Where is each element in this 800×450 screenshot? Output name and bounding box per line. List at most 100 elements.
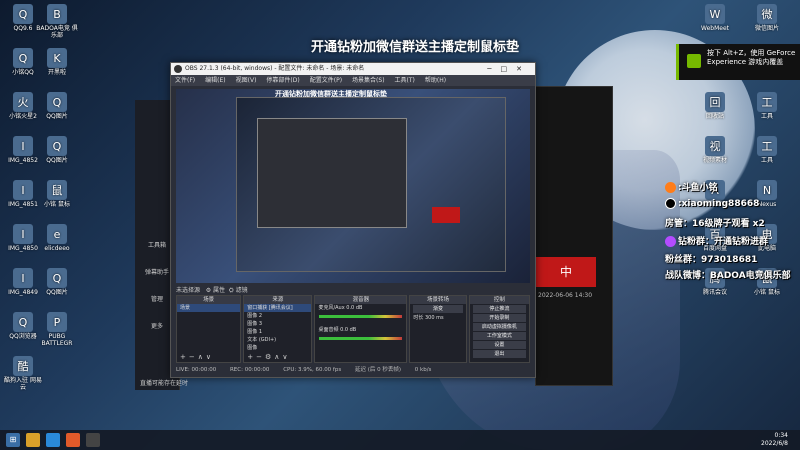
control-button[interactable]: 退出	[472, 350, 527, 358]
explorer-icon[interactable]	[26, 433, 40, 447]
desktop-icon-label: BADOA电竞 俱乐部	[36, 25, 78, 39]
file-icon: 视	[705, 136, 725, 156]
desktop-icon-label: QQ图片	[46, 113, 68, 120]
desktop-icon[interactable]: e elicdeeo	[36, 224, 78, 252]
desktop-icon-label: 小铭 鼠标	[754, 289, 780, 296]
control-button[interactable]: 启动虚拟摄像机	[472, 323, 527, 331]
menu-item[interactable]: 视图(V)	[236, 77, 257, 84]
scenes-header: 场景	[177, 296, 241, 304]
duration-input[interactable]: 300 ms	[425, 315, 444, 321]
obs-titlebar[interactable]: OBS 27.1.3 (64-bit, windows) - 配置文件: 未命名…	[171, 63, 535, 75]
filters-button[interactable]: 滤镜	[236, 287, 248, 294]
obs-menubar: 文件(F) 编辑(E) 视图(V) 停靠部件(D) 配置文件(P) 场景集合(S) 工具(T…	[171, 75, 535, 86]
diamond-icon	[665, 236, 676, 247]
desktop-icon[interactable]: 鼠小铭 鼠标	[36, 180, 78, 208]
control-button[interactable]: 设置	[472, 341, 527, 349]
desktop-icon-label: WebMeet	[701, 25, 729, 32]
menu-item[interactable]: 编辑(E)	[205, 77, 225, 84]
overlay-weibo: 战队微博：BADOA电竞俱乐部	[665, 271, 791, 281]
overlay-fangguan: 房管：16级牌子观看 x2	[665, 219, 765, 229]
file-icon: I	[13, 268, 33, 288]
file-icon: Q	[47, 92, 67, 112]
obs-statusbar: LIVE: 00:00:00 REC: 00:00:00 CPU: 3.9%, …	[176, 365, 530, 375]
transition-select[interactable]: 渐变	[413, 305, 463, 313]
file-icon: I	[13, 136, 33, 156]
sources-toolbar[interactable]: +−⚙∧∨	[247, 353, 290, 361]
desktop-icon[interactable]: 工工具	[746, 92, 788, 120]
file-icon: e	[47, 224, 67, 244]
obs-title-text: OBS 27.1.3 (64-bit, windows) - 配置文件: 未命名…	[185, 65, 365, 72]
source-item[interactable]: 图像 2	[244, 312, 311, 320]
desktop-icon-label: 开黑啦	[47, 69, 66, 76]
source-item[interactable]: 图像 3	[244, 320, 311, 328]
overlay-tiktok: :xiaoming88668	[665, 198, 759, 209]
menu-item[interactable]: 场景集合(S)	[352, 77, 385, 84]
source-item[interactable]: 文本 (GDI+)	[244, 336, 311, 344]
obs-preview[interactable]: 开通钻粉加微信群送主播定制鼠标垫	[176, 89, 530, 283]
menu-item[interactable]: 停靠部件(D)	[266, 77, 299, 84]
clock-time: 0:34	[774, 432, 788, 439]
obs-taskbar-icon[interactable]	[86, 433, 100, 447]
menu-item[interactable]: 文件(F)	[175, 77, 195, 84]
file-icon: N	[757, 180, 777, 200]
scene-item[interactable]: 场景	[177, 304, 241, 312]
source-item[interactable]: 窗口捕获 [腾讯会议]	[244, 304, 312, 312]
source-item[interactable]: 图像 1	[244, 328, 311, 336]
preview-nested-obs	[257, 118, 407, 228]
desktop-icon-label: 腾讯会议	[702, 289, 727, 296]
obs-logo-icon	[174, 65, 182, 73]
file-icon: Q	[13, 48, 33, 68]
desktop-icon[interactable]: 回回收站	[694, 92, 736, 120]
desktop-icon[interactable]: B BADOA电竞 俱乐部	[36, 4, 78, 39]
nvidia-icon	[687, 54, 701, 68]
sources-dock: 来源 窗口捕获 [腾讯会议] 图像 2 图像 3 图像 1 文本 (GDI+) 图像 +−…	[243, 295, 313, 363]
mixer-channel-desktop: 桌面音频 0.0 dB	[318, 327, 357, 333]
control-button[interactable]: 工作室模式	[472, 332, 527, 340]
menu-item[interactable]: 工具(T)	[395, 77, 415, 84]
file-icon: 火	[13, 92, 33, 112]
desktop-icon-label: 工具	[760, 113, 773, 120]
desktop-icon[interactable]: K 开黑啦	[36, 48, 78, 76]
mic-volume-meter[interactable]	[319, 315, 403, 318]
file-icon: 回	[705, 92, 725, 112]
app-icon[interactable]	[66, 433, 80, 447]
desktop-icon[interactable]: 工工具	[746, 136, 788, 164]
duration-row: 时长 300 ms	[413, 315, 444, 321]
bitrate: 0 kb/s	[414, 367, 432, 373]
source-item[interactable]: 图像	[244, 344, 311, 352]
geforce-notification[interactable]: 按下 Alt+Z，使用 GeForce Experience 游戏内覆盖	[676, 44, 800, 80]
file-icon: Q	[13, 312, 33, 332]
desktop-icon[interactable]: 视视频素材	[694, 136, 736, 164]
desktop-icon-label: 微信图片	[754, 25, 779, 32]
desktop-icon[interactable]: Q QQ图片	[36, 136, 78, 164]
desktop-icon[interactable]: 酷酷狗入驻 网易云	[2, 356, 44, 391]
menu-item[interactable]: 帮助(H)	[425, 77, 446, 84]
file-icon: K	[47, 48, 67, 68]
control-button[interactable]: 停止推流	[472, 305, 527, 313]
geforce-line1: 按下 Alt+Z，使用 GeForce	[707, 49, 796, 57]
file-icon: 工	[757, 92, 777, 112]
overlay-fans-group: 粉丝群：973018681	[665, 255, 758, 265]
start-icon[interactable]: ⊞	[6, 433, 20, 447]
desktop-icon[interactable]: W WebMeet	[694, 4, 736, 32]
system-clock[interactable]: 0:34 2022/6/8	[761, 432, 788, 448]
file-icon: I	[13, 224, 33, 244]
browser-icon[interactable]	[46, 433, 60, 447]
desktop-volume-meter[interactable]	[319, 337, 403, 340]
properties-button[interactable]: 属性	[213, 287, 225, 294]
file-icon: Q	[13, 4, 33, 24]
file-icon: P	[47, 312, 67, 332]
background-app-right: 中 2022-06-06 14:30	[535, 86, 613, 386]
menu-item[interactable]: 配置文件(P)	[310, 77, 342, 84]
desktop-icon-label: 视频素材	[702, 157, 727, 164]
desktop-icon[interactable]: Q QQ图片	[36, 92, 78, 120]
window-controls[interactable]: ─□✕	[487, 63, 531, 75]
mixer-channel-mic: 麦克风/Aux 0.0 dB	[318, 305, 363, 311]
red-action-button[interactable]: 中	[536, 257, 596, 287]
scenes-toolbar[interactable]: +−∧∨	[180, 353, 214, 361]
desktop-icon[interactable]: Q QQ图片	[36, 268, 78, 296]
desktop-icon[interactable]: P PUBG BATTLEGR	[36, 312, 78, 347]
desktop-icon[interactable]: 微微信图片	[746, 4, 788, 32]
control-button[interactable]: 开始录制	[472, 314, 527, 322]
file-icon: 工	[757, 136, 777, 156]
